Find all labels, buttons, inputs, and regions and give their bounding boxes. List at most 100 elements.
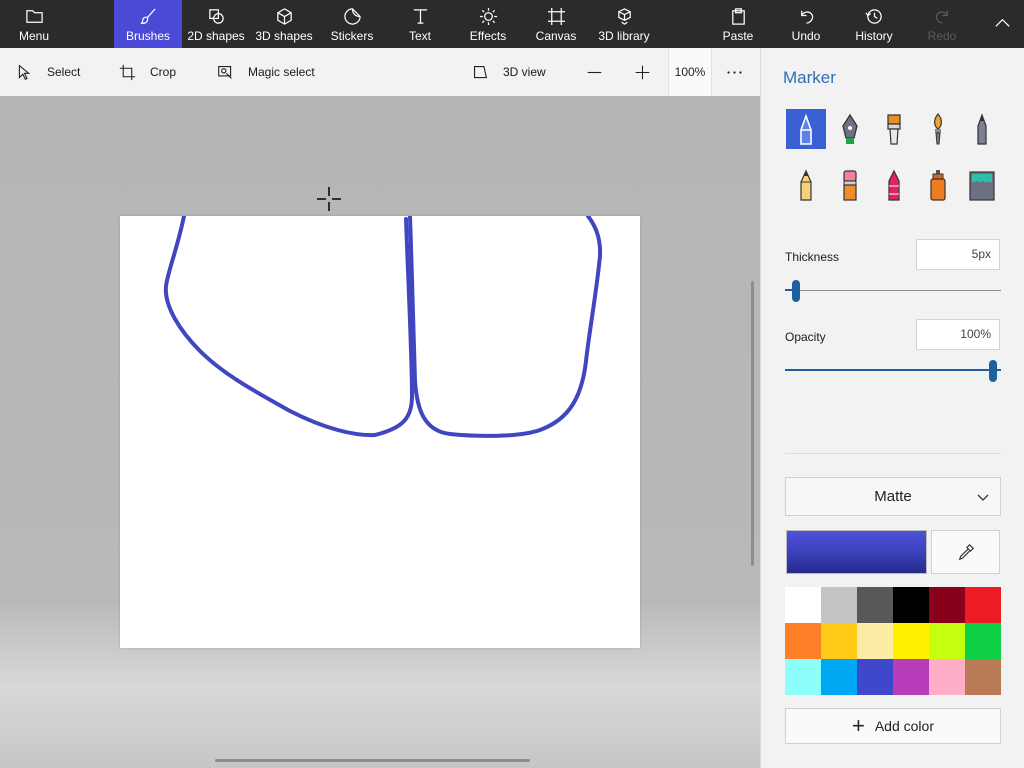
paste-button[interactable]: Paste [704,0,772,48]
palette-swatch[interactable] [929,623,965,659]
eyedropper-icon [958,543,974,561]
palette-swatch[interactable] [785,623,821,659]
brush-oil[interactable] [874,109,914,149]
brush-pencil[interactable] [786,165,826,205]
watercolor-brush-icon [934,113,942,145]
palette-swatch[interactable] [785,587,821,623]
brush-pixel-pen[interactable] [962,109,1002,149]
opacity-slider-thumb[interactable] [989,360,997,382]
undo-icon [800,10,813,24]
brush-calligraphy-pen[interactable] [830,109,870,149]
drawing-strokes [163,216,603,438]
eyedropper-button[interactable] [931,530,1000,574]
drawing-canvas[interactable] [120,216,640,648]
redo-icon [935,10,948,24]
calligraphy-pen-icon [842,113,858,144]
brush-eraser[interactable] [830,165,870,205]
brush-fill[interactable] [962,165,1002,205]
palette-swatch[interactable] [821,587,857,623]
crop-button[interactable]: Crop [119,48,176,96]
vertical-scrollbar[interactable] [751,281,754,566]
minus-icon [587,71,602,73]
magic-select-button[interactable]: Magic select [217,48,315,96]
ellipsis-icon [727,70,742,74]
finish-dropdown-value: Matte [874,488,912,505]
palette-swatch[interactable] [965,659,1001,695]
more-options-button[interactable] [726,48,743,96]
sticker-icon [343,8,361,25]
folder-icon [25,10,43,23]
zoom-in-button[interactable] [634,48,651,96]
marker-icon [800,113,812,145]
opacity-input[interactable]: 100% [916,319,1000,350]
cube-icon [276,8,292,25]
palette-swatch[interactable] [821,623,857,659]
brush-marker[interactable] [786,109,826,149]
thickness-slider-track[interactable] [785,289,1001,291]
palette-swatch[interactable] [929,587,965,623]
brush-panel: Marker Thickness 5px Opacity 100% Matte … [760,48,1024,768]
library-icon [617,8,631,25]
tab-2d-shapes[interactable]: 2D shapes [182,0,250,48]
select-button[interactable]: Select [16,48,80,96]
palette-swatch[interactable] [857,587,893,623]
fill-bucket-icon [969,171,995,201]
eraser-icon [843,170,857,201]
palette-swatch[interactable] [965,623,1001,659]
thickness-label: Thickness [785,250,840,264]
add-color-button[interactable]: + Add color [785,708,1001,744]
tab-effects[interactable]: Effects [454,0,522,48]
tab-3d-library[interactable]: 3D library [590,0,658,48]
canvas-icon [547,7,565,26]
ribbon: Menu Brushes 2D shapes 3D shapes Sticker… [0,0,1024,48]
thickness-slider-thumb[interactable] [791,280,800,302]
opacity-slider-track[interactable] [785,369,1001,371]
thickness-input[interactable]: 5px [916,239,1000,270]
brush-spray-can[interactable] [918,165,958,205]
tab-brushes[interactable]: Brushes [114,0,182,48]
opacity-slider-fill [785,369,1001,371]
pointer-icon [18,64,31,80]
finish-dropdown[interactable]: Matte [785,477,1001,516]
undo-button[interactable]: Undo [772,0,840,48]
text-icon [413,9,427,24]
3d-view-button[interactable]: 3D view [472,48,546,96]
palette-swatch[interactable] [965,587,1001,623]
palette-swatch[interactable] [857,623,893,659]
menu-button[interactable]: Menu [0,0,68,48]
stroke-left [163,216,414,438]
horizontal-scrollbar[interactable] [215,759,530,762]
tab-3d-shapes[interactable]: 3D shapes [250,0,318,48]
redo-button[interactable]: Redo [908,0,976,48]
tab-text[interactable]: Text [386,0,454,48]
tab-canvas[interactable]: Canvas [522,0,590,48]
palette-swatch[interactable] [857,659,893,695]
palette-swatch[interactable] [893,659,929,695]
palette-swatch[interactable] [821,659,857,695]
palette-swatch[interactable] [785,659,821,695]
brush-icon [140,8,156,24]
palette-swatch[interactable] [929,659,965,695]
zoom-out-button[interactable] [586,48,603,96]
oil-brush-icon [887,114,901,145]
zoom-level[interactable]: 100% [668,48,712,96]
palette-swatch[interactable] [893,587,929,623]
panel-title: Marker [783,68,836,87]
brush-watercolor[interactable] [918,109,958,149]
brush-crayon[interactable] [874,165,914,205]
current-color-swatch[interactable] [786,530,927,574]
tool-options-bar: Select Crop Magic select 3D view [0,48,760,96]
workspace[interactable] [0,96,760,768]
chevron-down-icon [977,494,989,501]
tab-stickers[interactable]: Stickers [318,0,386,48]
opacity-label: Opacity [785,330,826,344]
color-palette [785,587,1001,695]
history-icon [864,9,882,24]
history-button[interactable]: History [840,0,908,48]
spray-can-icon [930,170,946,201]
crop-icon [119,64,136,80]
palette-swatch[interactable] [893,623,929,659]
pixel-pen-icon [977,113,987,145]
stroke-right [408,216,603,438]
collapse-ribbon-button[interactable] [980,0,1024,48]
